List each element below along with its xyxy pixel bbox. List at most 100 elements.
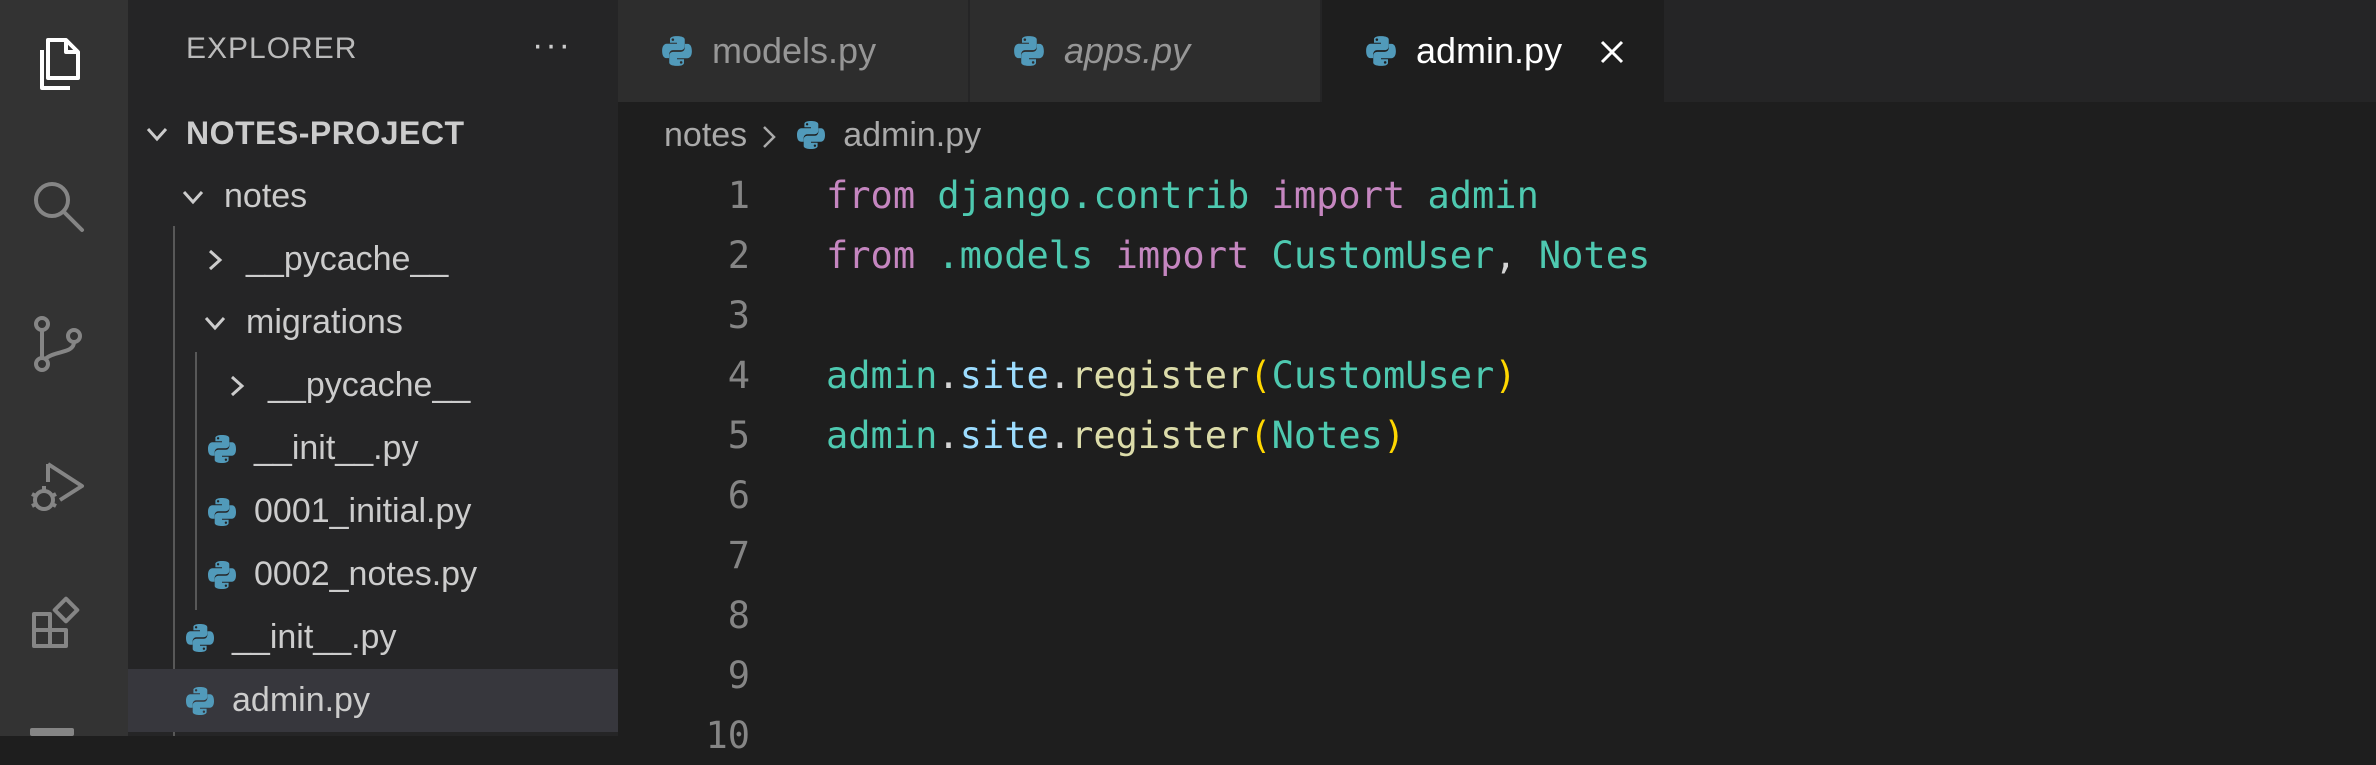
- file-row[interactable]: __init__.py: [128, 417, 618, 480]
- more-actions-icon[interactable]: ···: [532, 26, 572, 65]
- code-token: Notes: [1538, 233, 1651, 277]
- code-token: ): [1382, 413, 1406, 457]
- code-token: import: [1271, 173, 1406, 217]
- editor-tab-bar: models.py apps.py admin.py: [618, 0, 2376, 102]
- extensions-icon[interactable]: [22, 588, 94, 660]
- line-number: 1: [727, 173, 750, 217]
- chevron-right-icon: [200, 245, 230, 275]
- breadcrumb-folder[interactable]: notes: [664, 116, 747, 155]
- tab-models-py[interactable]: models.py: [618, 0, 969, 102]
- tab-apps-py[interactable]: apps.py: [970, 0, 1321, 102]
- folder-row[interactable]: __pycache__: [128, 354, 618, 417]
- code-line[interactable]: 4 admin. site. register(CustomUser): [618, 345, 1517, 405]
- code-token: .: [1048, 353, 1072, 397]
- line-number: 10: [705, 713, 750, 757]
- tab-label: models.py: [712, 30, 877, 71]
- code-editor[interactable]: 1 from django.contrib import admin 2 from .…: [618, 165, 2376, 757]
- chevron-down-icon: [200, 308, 230, 338]
- line-number: 9: [727, 653, 750, 697]
- code-token: site: [959, 353, 1049, 397]
- line-number: 6: [727, 473, 750, 517]
- code-token: ,: [1494, 233, 1539, 277]
- code-token: import: [1115, 233, 1250, 277]
- code-line[interactable]: 2 from .models import CustomUser, Notes: [618, 225, 1651, 285]
- python-file-icon: [1012, 34, 1046, 68]
- folder-row[interactable]: migrations: [128, 291, 618, 354]
- line-number: 5: [727, 413, 750, 457]
- tree-item-label: __init__.py: [232, 618, 397, 656]
- code-line[interactable]: 8: [618, 585, 826, 645]
- breadcrumb-file[interactable]: admin.py: [843, 116, 981, 155]
- run-debug-icon[interactable]: [22, 450, 94, 522]
- code-token: register: [1071, 413, 1250, 457]
- tree-item-label: admin.py: [232, 681, 370, 719]
- code-token: Notes: [1271, 413, 1383, 457]
- code-token: (: [1249, 413, 1272, 457]
- code-line[interactable]: 5 admin. site. register(Notes): [618, 405, 1406, 465]
- line-number: 2: [727, 233, 750, 277]
- file-row[interactable]: 0002_notes.py: [128, 543, 618, 606]
- code-line[interactable]: 1 from django.contrib import admin: [618, 165, 1539, 225]
- code-token: .: [937, 353, 960, 397]
- tree-item-label: __pycache__: [246, 240, 449, 278]
- explorer-sidebar: EXPLORER ··· NOTES-PROJECT notes __pycach…: [128, 0, 618, 736]
- code-line[interactable]: 7: [618, 525, 826, 585]
- tree-item-label: __init__.py: [254, 429, 419, 467]
- accounts-icon[interactable]: [30, 728, 74, 736]
- file-row[interactable]: __init__.py: [128, 606, 618, 669]
- code-line[interactable]: 10: [618, 705, 826, 765]
- files-icon[interactable]: [22, 28, 94, 100]
- code-token: ): [1494, 353, 1517, 397]
- code-token: CustomUser: [1271, 353, 1495, 397]
- python-file-icon: [206, 559, 238, 591]
- folder-row[interactable]: __pycache__: [128, 228, 618, 291]
- code-token: admin: [1427, 173, 1539, 217]
- code-token: site: [959, 413, 1049, 457]
- file-row[interactable]: admin.py: [128, 669, 618, 732]
- code-line[interactable]: 9: [618, 645, 826, 705]
- code-token: admin: [826, 353, 938, 397]
- code-token: CustomUser: [1271, 233, 1495, 277]
- code-line[interactable]: 6: [618, 465, 826, 525]
- python-file-icon: [184, 685, 216, 717]
- code-token: from: [826, 173, 916, 217]
- activity-bar: [0, 0, 128, 736]
- close-icon[interactable]: [1596, 35, 1628, 67]
- chevron-right-icon: [757, 121, 781, 149]
- line-number: 4: [727, 353, 750, 397]
- code-token: django.contrib: [937, 173, 1250, 217]
- line-number: 8: [727, 593, 750, 637]
- python-file-icon: [206, 433, 238, 465]
- code-line[interactable]: 3: [618, 285, 826, 345]
- python-file-icon: [206, 496, 238, 528]
- breadcrumb: notes admin.py: [664, 110, 981, 160]
- code-token: admin: [826, 413, 938, 457]
- tab-admin-py[interactable]: admin.py: [1322, 0, 1665, 102]
- code-token: .models: [937, 233, 1094, 277]
- tab-label: admin.py: [1416, 30, 1563, 71]
- code-token: (: [1249, 353, 1272, 397]
- tree-item-label: 0002_notes.py: [254, 555, 478, 593]
- code-token: .: [1048, 413, 1072, 457]
- line-number: 7: [727, 533, 750, 577]
- search-icon[interactable]: [22, 170, 94, 242]
- chevron-down-icon: [178, 182, 208, 212]
- line-number: 3: [727, 293, 750, 337]
- tree-item-label: migrations: [246, 303, 403, 341]
- project-folder-row[interactable]: NOTES-PROJECT: [128, 102, 618, 165]
- file-row[interactable]: 0001_initial.py: [128, 480, 618, 543]
- python-file-icon: [795, 119, 827, 151]
- source-control-icon[interactable]: [22, 308, 94, 380]
- folder-row[interactable]: notes: [128, 165, 618, 228]
- tree-item-label: notes: [224, 177, 308, 215]
- code-token: from: [826, 233, 916, 277]
- python-file-icon: [660, 34, 694, 68]
- tab-label: apps.py: [1064, 30, 1191, 71]
- code-token: register: [1071, 353, 1250, 397]
- tree-item-label: 0001_initial.py: [254, 492, 472, 530]
